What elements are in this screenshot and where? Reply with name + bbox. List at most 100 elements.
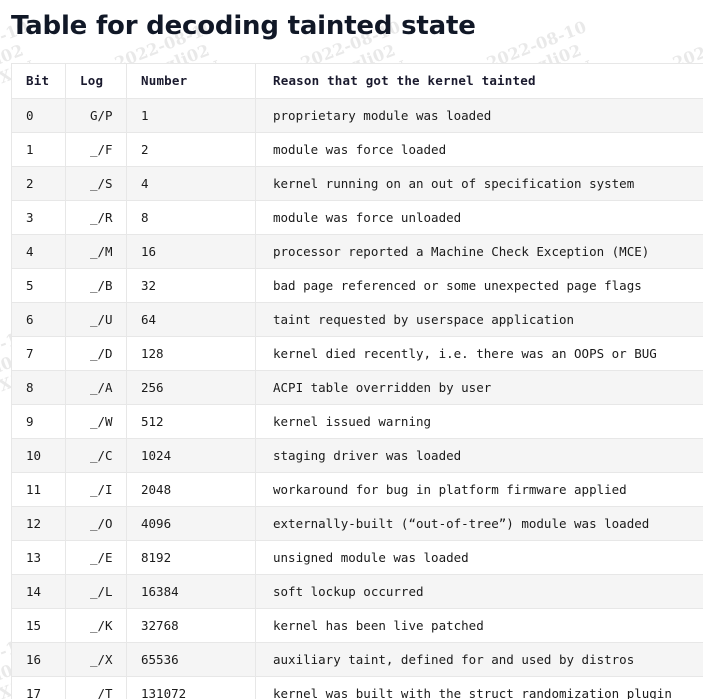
cell-bit: 6 bbox=[11, 301, 66, 337]
cell-number: 16 bbox=[126, 233, 256, 269]
table-row: 4 _/M 16 processor reported a Machine Check… bbox=[11, 233, 703, 269]
cell-bit: 11 bbox=[11, 471, 66, 507]
table-row: 7 _/D 128 kernel died recently, i.e. there … bbox=[11, 335, 703, 371]
cell-log: _/W bbox=[65, 403, 127, 439]
cell-bit: 1 bbox=[11, 131, 66, 167]
cell-bit: 14 bbox=[11, 573, 66, 609]
cell-reason: kernel running on an out of specificatio… bbox=[255, 165, 703, 201]
cell-number: 8 bbox=[126, 199, 256, 235]
table-row: 12 _/O 4096 externally-built (“out-of-tree”… bbox=[11, 505, 703, 541]
cell-reason: kernel died recently, i.e. there was an … bbox=[255, 335, 703, 371]
cell-bit: 8 bbox=[11, 369, 66, 405]
cell-bit: 0 bbox=[11, 97, 66, 133]
cell-log: _/R bbox=[65, 199, 127, 235]
cell-log: _/U bbox=[65, 301, 127, 337]
cell-reason: unsigned module was loaded bbox=[255, 539, 703, 575]
cell-reason: taint requested by userspace application bbox=[255, 301, 703, 337]
cell-log: G/P bbox=[65, 97, 127, 133]
cell-reason: ACPI table overridden by user bbox=[255, 369, 703, 405]
cell-reason: externally-built (“out-of-tree”) module … bbox=[255, 505, 703, 541]
cell-bit: 17 bbox=[11, 675, 66, 699]
table-row: 2 _/S 4 kernel running on an out of specifi… bbox=[11, 165, 703, 201]
table-header: Bit Log Number Reason that got the kerne… bbox=[11, 62, 703, 99]
cell-number: 8192 bbox=[126, 539, 256, 575]
tainted-state-table: Bit Log Number Reason that got the kerne… bbox=[11, 62, 703, 699]
cell-reason: proprietary module was loaded bbox=[255, 97, 703, 133]
table-row: 6 _/U 64 taint requested by userspace appli… bbox=[11, 301, 703, 337]
cell-bit: 3 bbox=[11, 199, 66, 235]
cell-bit: 16 bbox=[11, 641, 66, 677]
cell-reason: module was force loaded bbox=[255, 131, 703, 167]
table-row: 13 _/E 8192 unsigned module was loaded bbox=[11, 539, 703, 575]
table-row: 8 _/A 256 ACPI table overridden by user bbox=[11, 369, 703, 405]
cell-log: _/C bbox=[65, 437, 127, 473]
cell-number: 64 bbox=[126, 301, 256, 337]
table-row: 9 _/W 512 kernel issued warning bbox=[11, 403, 703, 439]
cell-bit: 13 bbox=[11, 539, 66, 575]
table-container: Bit Log Number Reason that got the kerne… bbox=[11, 62, 703, 699]
cell-number: 128 bbox=[126, 335, 256, 371]
cell-number: 256 bbox=[126, 369, 256, 405]
column-header-log: Log bbox=[65, 62, 127, 99]
cell-reason: soft lockup occurred bbox=[255, 573, 703, 609]
cell-reason: kernel issued warning bbox=[255, 403, 703, 439]
table-row: 16 _/X 65536 auxiliary taint, defined for a… bbox=[11, 641, 703, 677]
table-body: 0 G/P 1 proprietary module was loaded 1 _/F 2 m… bbox=[11, 97, 703, 699]
cell-log: _/T bbox=[65, 675, 127, 699]
cell-number: 131072 bbox=[126, 675, 256, 699]
cell-number: 512 bbox=[126, 403, 256, 439]
column-header-number: Number bbox=[126, 62, 256, 99]
cell-number: 2 bbox=[126, 131, 256, 167]
cell-reason: module was force unloaded bbox=[255, 199, 703, 235]
cell-reason: auxiliary taint, defined for and used by… bbox=[255, 641, 703, 677]
table-row: 10 _/C 1024 staging driver was loaded bbox=[11, 437, 703, 473]
cell-number: 65536 bbox=[126, 641, 256, 677]
cell-log: _/B bbox=[65, 267, 127, 303]
cell-log: _/L bbox=[65, 573, 127, 609]
cell-log: _/F bbox=[65, 131, 127, 167]
cell-bit: 2 bbox=[11, 165, 66, 201]
cell-log: _/X bbox=[65, 641, 127, 677]
cell-bit: 9 bbox=[11, 403, 66, 439]
cell-log: _/A bbox=[65, 369, 127, 405]
cell-number: 32 bbox=[126, 267, 256, 303]
table-row: 0 G/P 1 proprietary module was loaded bbox=[11, 97, 703, 133]
cell-bit: 7 bbox=[11, 335, 66, 371]
cell-bit: 10 bbox=[11, 437, 66, 473]
cell-reason: workaround for bug in platform firmware … bbox=[255, 471, 703, 507]
cell-log: _/M bbox=[65, 233, 127, 269]
table-header-row: Bit Log Number Reason that got the kerne… bbox=[11, 62, 703, 99]
cell-number: 16384 bbox=[126, 573, 256, 609]
cell-log: _/D bbox=[65, 335, 127, 371]
cell-bit: 12 bbox=[11, 505, 66, 541]
table-row: 11 _/I 2048 workaround for bug in platform … bbox=[11, 471, 703, 507]
table-row: 14 _/L 16384 soft lockup occurred bbox=[11, 573, 703, 609]
cell-bit: 15 bbox=[11, 607, 66, 643]
cell-number: 32768 bbox=[126, 607, 256, 643]
table-row: 15 _/K 32768 kernel has been live patched bbox=[11, 607, 703, 643]
cell-log: _/E bbox=[65, 539, 127, 575]
page-title: Table for decoding tainted state bbox=[11, 11, 476, 41]
cell-log: _/O bbox=[65, 505, 127, 541]
column-header-reason: Reason that got the kernel tainted bbox=[255, 62, 703, 99]
table-row: 1 _/F 2 module was force loaded bbox=[11, 131, 703, 167]
cell-number: 1024 bbox=[126, 437, 256, 473]
cell-reason: kernel has been live patched bbox=[255, 607, 703, 643]
table-row: 5 _/B 32 bad page referenced or some unexpe… bbox=[11, 267, 703, 303]
cell-reason: processor reported a Machine Check Excep… bbox=[255, 233, 703, 269]
cell-log: _/I bbox=[65, 471, 127, 507]
cell-number: 4096 bbox=[126, 505, 256, 541]
cell-log: _/S bbox=[65, 165, 127, 201]
cell-bit: 4 bbox=[11, 233, 66, 269]
table-row: 3 _/R 8 module was force unloaded bbox=[11, 199, 703, 235]
cell-number: 4 bbox=[126, 165, 256, 201]
column-header-bit: Bit bbox=[11, 62, 66, 99]
cell-number: 2048 bbox=[126, 471, 256, 507]
cell-reason: kernel was built with the struct randomi… bbox=[255, 675, 703, 699]
table-row: 17 _/T 131072 kernel was built with the str… bbox=[11, 675, 703, 699]
cell-reason: bad page referenced or some unexpected p… bbox=[255, 267, 703, 303]
cell-number: 1 bbox=[126, 97, 256, 133]
cell-log: _/K bbox=[65, 607, 127, 643]
page-root: Table for decoding tainted state Bit Log… bbox=[0, 0, 703, 699]
cell-reason: staging driver was loaded bbox=[255, 437, 703, 473]
